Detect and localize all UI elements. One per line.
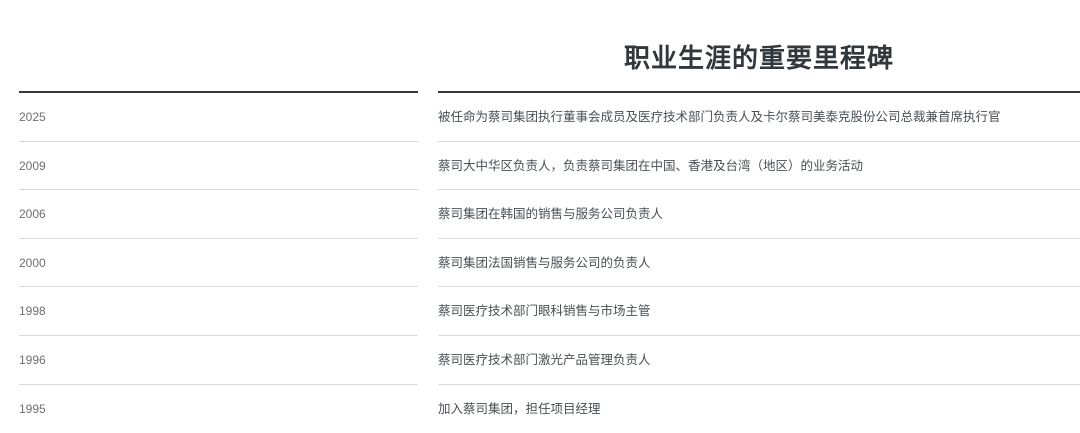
milestone-row: 2000 蔡司集团法国销售与服务公司的负责人 — [0, 239, 1080, 288]
milestone-year: 1998 — [19, 304, 46, 319]
milestone-year: 2009 — [19, 158, 46, 173]
milestone-row: 1996 蔡司医疗技术部门激光产品管理负责人 — [0, 336, 1080, 385]
milestone-description: 蔡司医疗技术部门激光产品管理负责人 — [438, 351, 651, 367]
milestone-description: 被任命为蔡司集团执行董事会成员及医疗技术部门负责人及卡尔蔡司美泰克股份公司总裁兼… — [438, 109, 1001, 124]
milestone-table: 2025 被任命为蔡司集团执行董事会成员及医疗技术部门负责人及卡尔蔡司美泰克股份… — [0, 93, 1080, 433]
milestone-year: 1996 — [19, 352, 46, 367]
milestone-year: 2006 — [19, 207, 46, 222]
milestone-description: 蔡司集团法国销售与服务公司的负责人 — [438, 254, 651, 270]
milestone-year: 2000 — [19, 255, 46, 270]
milestone-description: 蔡司大中华区负责人，负责蔡司集团在中国、香港及台湾（地区）的业务活动 — [438, 157, 864, 173]
milestone-description: 蔡司医疗技术部门眼科销售与市场主管 — [438, 303, 651, 319]
page-title: 职业生涯的重要里程碑 — [623, 44, 894, 75]
milestone-description: 加入蔡司集团，担任项目经理 — [438, 400, 601, 416]
milestone-row: 1995 加入蔡司集团，担任项目经理 — [0, 385, 1080, 433]
milestone-row: 2025 被任命为蔡司集团执行董事会成员及医疗技术部门负责人及卡尔蔡司美泰克股份… — [0, 93, 1080, 142]
milestone-year: 1995 — [19, 401, 46, 416]
milestone-description: 蔡司集团在韩国的销售与服务公司负责人 — [438, 206, 664, 222]
milestone-row: 1998 蔡司医疗技术部门眼科销售与市场主管 — [0, 287, 1080, 336]
milestone-year: 2025 — [19, 110, 46, 124]
milestone-row: 2009 蔡司大中华区负责人，负责蔡司集团在中国、香港及台湾（地区）的业务活动 — [0, 142, 1080, 191]
milestone-row: 2006 蔡司集团在韩国的销售与服务公司负责人 — [0, 190, 1080, 239]
